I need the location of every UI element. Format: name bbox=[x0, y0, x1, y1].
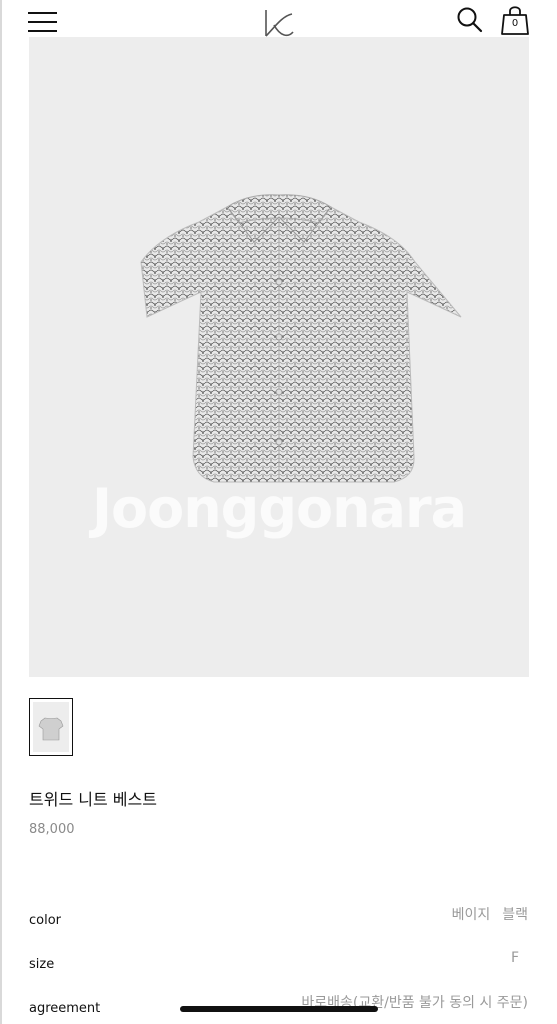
product-price: 88,000 bbox=[29, 822, 75, 837]
brand-logo[interactable] bbox=[262, 6, 296, 40]
thumbnail-image bbox=[33, 702, 69, 752]
cart-count-badge: 0 bbox=[511, 18, 519, 29]
shopping-bag-icon[interactable]: 0 bbox=[500, 4, 530, 36]
left-border bbox=[0, 0, 2, 1024]
color-option-beige[interactable]: 베이지 bbox=[452, 907, 491, 923]
size-option-label: size bbox=[29, 957, 55, 972]
product-main-image[interactable]: Joonggonara bbox=[29, 37, 529, 677]
color-option-values: 베이지 블랙 bbox=[440, 904, 528, 924]
hamburger-menu-icon[interactable] bbox=[28, 10, 58, 34]
size-option-values: F bbox=[499, 950, 519, 966]
size-option-free[interactable]: F bbox=[511, 950, 519, 966]
agreement-option-label: agreement bbox=[29, 1001, 101, 1016]
search-icon[interactable] bbox=[456, 6, 484, 34]
home-indicator-bar[interactable] bbox=[180, 1006, 378, 1012]
tweed-vest-photo bbox=[140, 194, 462, 483]
color-option-black[interactable]: 블랙 bbox=[502, 907, 528, 923]
product-name: 트위드 니트 베스트 bbox=[29, 790, 157, 809]
image-watermark: Joonggonara bbox=[91, 477, 467, 540]
color-option-label: color bbox=[29, 913, 62, 928]
product-thumbnail[interactable] bbox=[29, 698, 73, 756]
